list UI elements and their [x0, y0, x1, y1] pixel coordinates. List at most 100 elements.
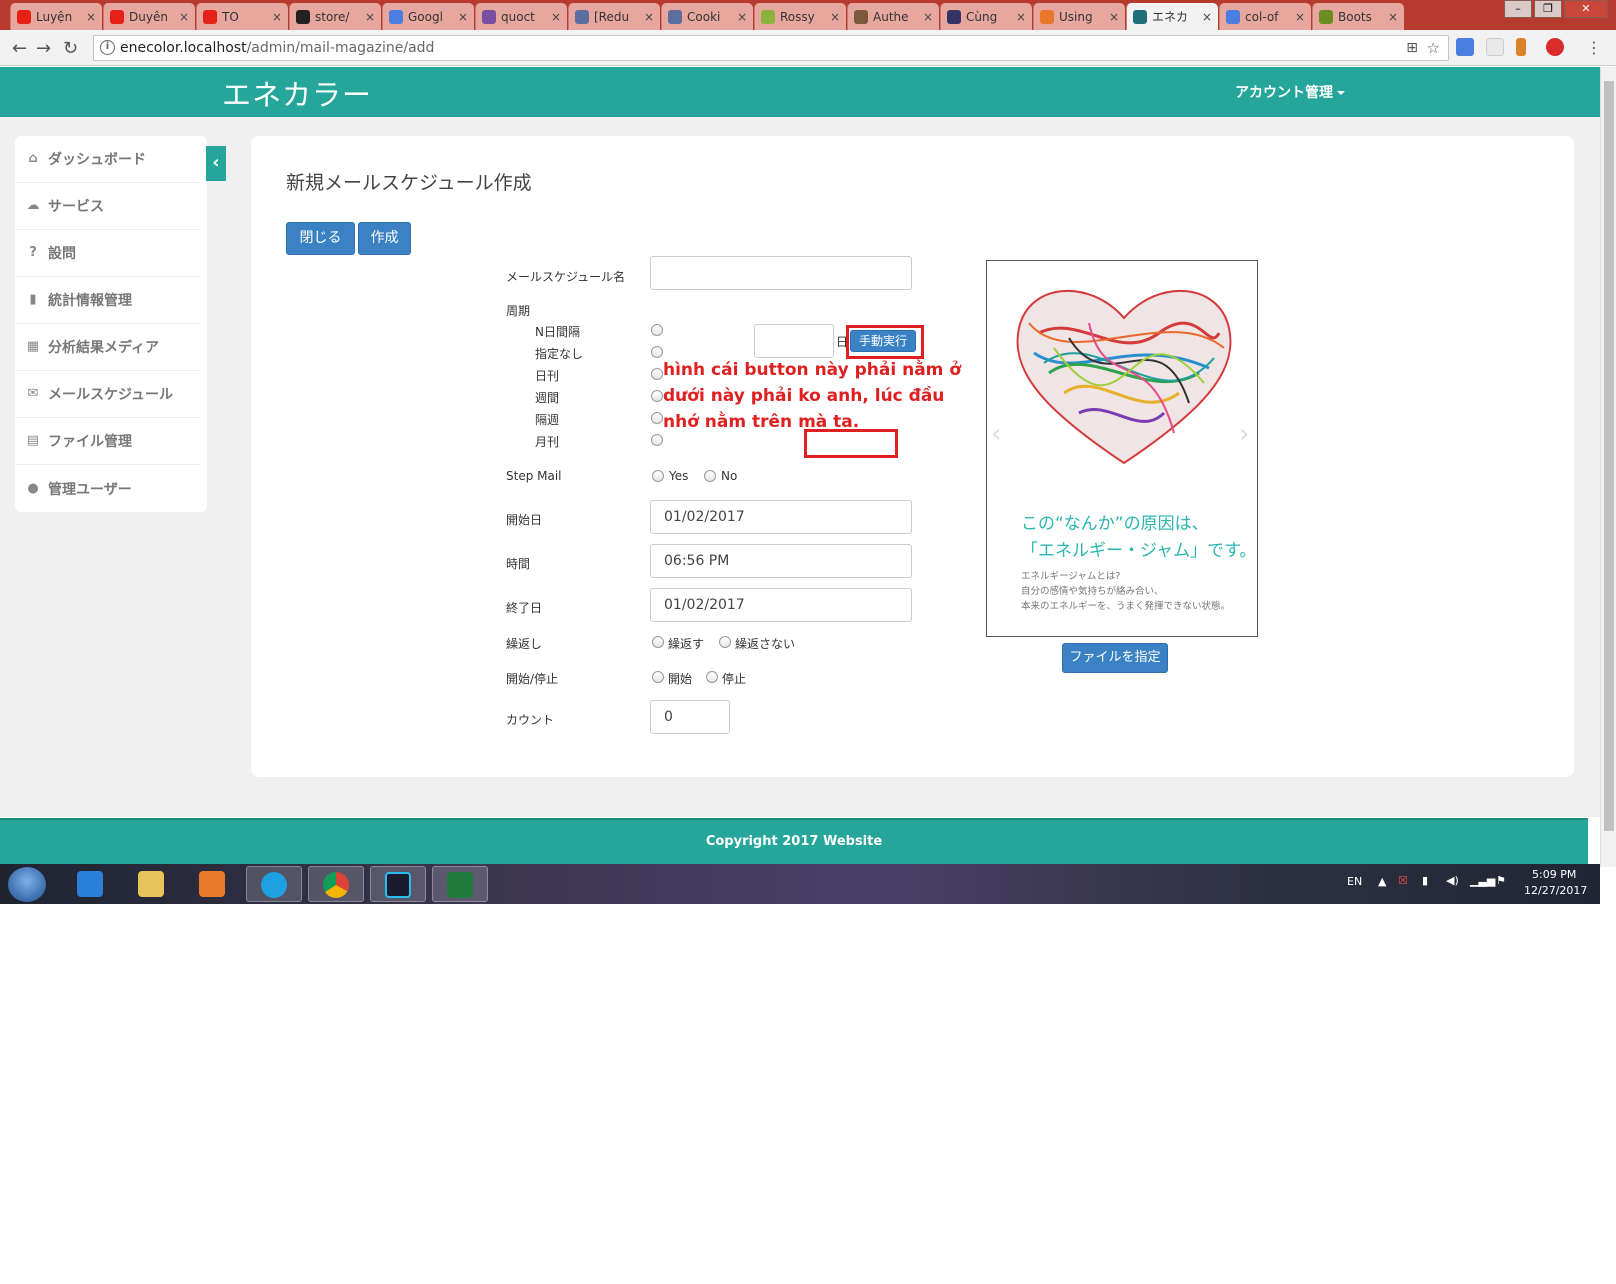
start-button[interactable]	[8, 867, 46, 902]
browser-tab[interactable]: Duyên ×	[103, 3, 195, 30]
tray-arrow-icon[interactable]: ▲	[1378, 875, 1386, 888]
carousel-prev-icon[interactable]: ‹	[991, 419, 1001, 449]
n-days-input[interactable]	[754, 324, 834, 358]
sidebar-item[interactable]: ● 管理ユーザー	[15, 465, 201, 512]
url-field[interactable]: i enecolor.localhost/admin/mail-magazine…	[93, 35, 1449, 61]
explorer-taskbar-button[interactable]	[124, 866, 180, 902]
tab-close-icon[interactable]: ×	[1202, 10, 1212, 24]
language-indicator[interactable]: EN	[1347, 875, 1362, 888]
menu-icon[interactable]: ⋮	[1586, 38, 1602, 57]
sidebar-item[interactable]: ? 設問	[15, 230, 201, 277]
browser-tab[interactable]: Rossy ×	[754, 3, 846, 30]
browser-tab[interactable]: TO ×	[196, 3, 288, 30]
tab-close-icon[interactable]: ×	[365, 10, 375, 24]
cycle-option-radio[interactable]	[651, 434, 663, 446]
brand-logo[interactable]: エネカラー	[222, 72, 372, 114]
create-button[interactable]: 作成	[358, 222, 411, 255]
reload-icon[interactable]: ↻	[63, 38, 78, 59]
tab-close-icon[interactable]: ×	[923, 10, 933, 24]
tab-close-icon[interactable]: ×	[644, 10, 654, 24]
end-date-input[interactable]: 01/02/2017	[650, 588, 912, 622]
sidebar-toggle-button[interactable]: ‹	[206, 146, 226, 181]
media-player-taskbar-button[interactable]	[185, 866, 241, 902]
account-menu[interactable]: アカウント管理	[1235, 82, 1345, 102]
sidebar-item[interactable]: ▮ 統計情報管理	[15, 277, 201, 324]
chrome-taskbar-button[interactable]	[308, 866, 364, 902]
tab-close-icon[interactable]: ×	[551, 10, 561, 24]
step-mail-no-radio[interactable]	[704, 470, 716, 482]
scrollbar[interactable]	[1600, 67, 1616, 867]
browser-tab[interactable]: Boots ×	[1312, 3, 1404, 30]
cycle-option-radio[interactable]	[651, 324, 663, 336]
back-icon[interactable]: ←	[12, 38, 27, 59]
restore-button[interactable]: ❐	[1534, 0, 1562, 18]
step-mail-yes-radio[interactable]	[652, 470, 664, 482]
browser-tab[interactable]: Authe ×	[847, 3, 939, 30]
signal-icon[interactable]: ▁▃▅	[1470, 874, 1495, 887]
skype-taskbar-button[interactable]	[246, 866, 302, 902]
browser-tab[interactable]: Cooki ×	[661, 3, 753, 30]
tab-close-icon[interactable]: ×	[737, 10, 747, 24]
repeat-yes-radio[interactable]	[652, 636, 664, 648]
tab-title: Authe	[873, 9, 909, 24]
browser-tab[interactable]: col-of ×	[1219, 3, 1311, 30]
scrollbar-thumb[interactable]	[1604, 81, 1614, 831]
tab-close-icon[interactable]: ×	[179, 10, 189, 24]
forward-icon[interactable]: →	[36, 38, 51, 59]
browser-tab[interactable]: エネカ ×	[1126, 3, 1218, 30]
close-button[interactable]: 閉じる	[286, 222, 355, 255]
sidebar-item[interactable]: ✉ メールスケジュール	[15, 371, 201, 418]
start-radio[interactable]	[652, 671, 664, 683]
clock-time[interactable]: 5:09 PM	[1532, 868, 1576, 881]
tab-close-icon[interactable]: ×	[1295, 10, 1305, 24]
translate-icon[interactable]: ⊞	[1406, 36, 1418, 60]
tab-close-icon[interactable]: ×	[830, 10, 840, 24]
select-file-button[interactable]: ファイルを指定	[1062, 643, 1168, 673]
browser-tab[interactable]: [Redu ×	[568, 3, 660, 30]
bookmark-star-icon[interactable]: ☆	[1427, 36, 1440, 60]
browser-tab[interactable]: quoct ×	[475, 3, 567, 30]
sidebar-item[interactable]: ⌂ ダッシュボード	[15, 136, 201, 183]
tab-close-icon[interactable]: ×	[1388, 10, 1398, 24]
browser-tab[interactable]: Cùng ×	[940, 3, 1032, 30]
start-date-input[interactable]: 01/02/2017	[650, 500, 912, 534]
carousel-next-icon[interactable]: ›	[1239, 419, 1249, 449]
count-input[interactable]: 0	[650, 700, 730, 734]
power-icon[interactable]: ▮	[1422, 874, 1428, 887]
volume-icon[interactable]: ◀)	[1446, 874, 1459, 887]
window-close-button[interactable]: ✕	[1564, 0, 1608, 18]
sidebar-item[interactable]: ☁ サービス	[15, 183, 201, 230]
browser-tab[interactable]: Luyện ×	[10, 3, 102, 30]
sidebar-item[interactable]: ▦ 分析結果メディア	[15, 324, 201, 371]
extension-icon[interactable]	[1486, 38, 1504, 56]
cycle-option-radio[interactable]	[651, 368, 663, 380]
chrome-icon	[323, 872, 349, 898]
tab-close-icon[interactable]: ×	[1109, 10, 1119, 24]
cycle-option-radio[interactable]	[651, 346, 663, 358]
tab-close-icon[interactable]: ×	[86, 10, 96, 24]
webstorm-taskbar-button[interactable]	[370, 866, 426, 902]
browser-tab[interactable]: Using ×	[1033, 3, 1125, 30]
cycle-option-radio[interactable]	[651, 390, 663, 402]
excel-taskbar-button[interactable]	[432, 866, 488, 902]
repeat-no-radio[interactable]	[719, 636, 731, 648]
extension-icon[interactable]	[1516, 38, 1526, 56]
clock-date[interactable]: 12/27/2017	[1524, 884, 1587, 897]
tab-close-icon[interactable]: ×	[1016, 10, 1026, 24]
yab-extension-icon[interactable]	[1546, 38, 1564, 56]
tab-close-icon[interactable]: ×	[272, 10, 282, 24]
cycle-option-radio[interactable]	[651, 412, 663, 424]
tab-close-icon[interactable]: ×	[458, 10, 468, 24]
stop-radio[interactable]	[706, 671, 718, 683]
schedule-name-input[interactable]	[650, 256, 912, 290]
sidebar-item[interactable]: ▤ ファイル管理	[15, 418, 201, 465]
network-warning-icon[interactable]: ☒	[1398, 874, 1408, 887]
time-input[interactable]: 06:56 PM	[650, 544, 912, 578]
ie-taskbar-button[interactable]	[63, 866, 119, 902]
browser-tab[interactable]: Googl ×	[382, 3, 474, 30]
info-icon[interactable]: i	[100, 40, 115, 55]
translate-extension-icon[interactable]	[1456, 38, 1474, 56]
browser-tab[interactable]: store/ ×	[289, 3, 381, 30]
minimize-button[interactable]: –	[1504, 0, 1532, 18]
flag-icon[interactable]: ⚑	[1496, 874, 1506, 887]
